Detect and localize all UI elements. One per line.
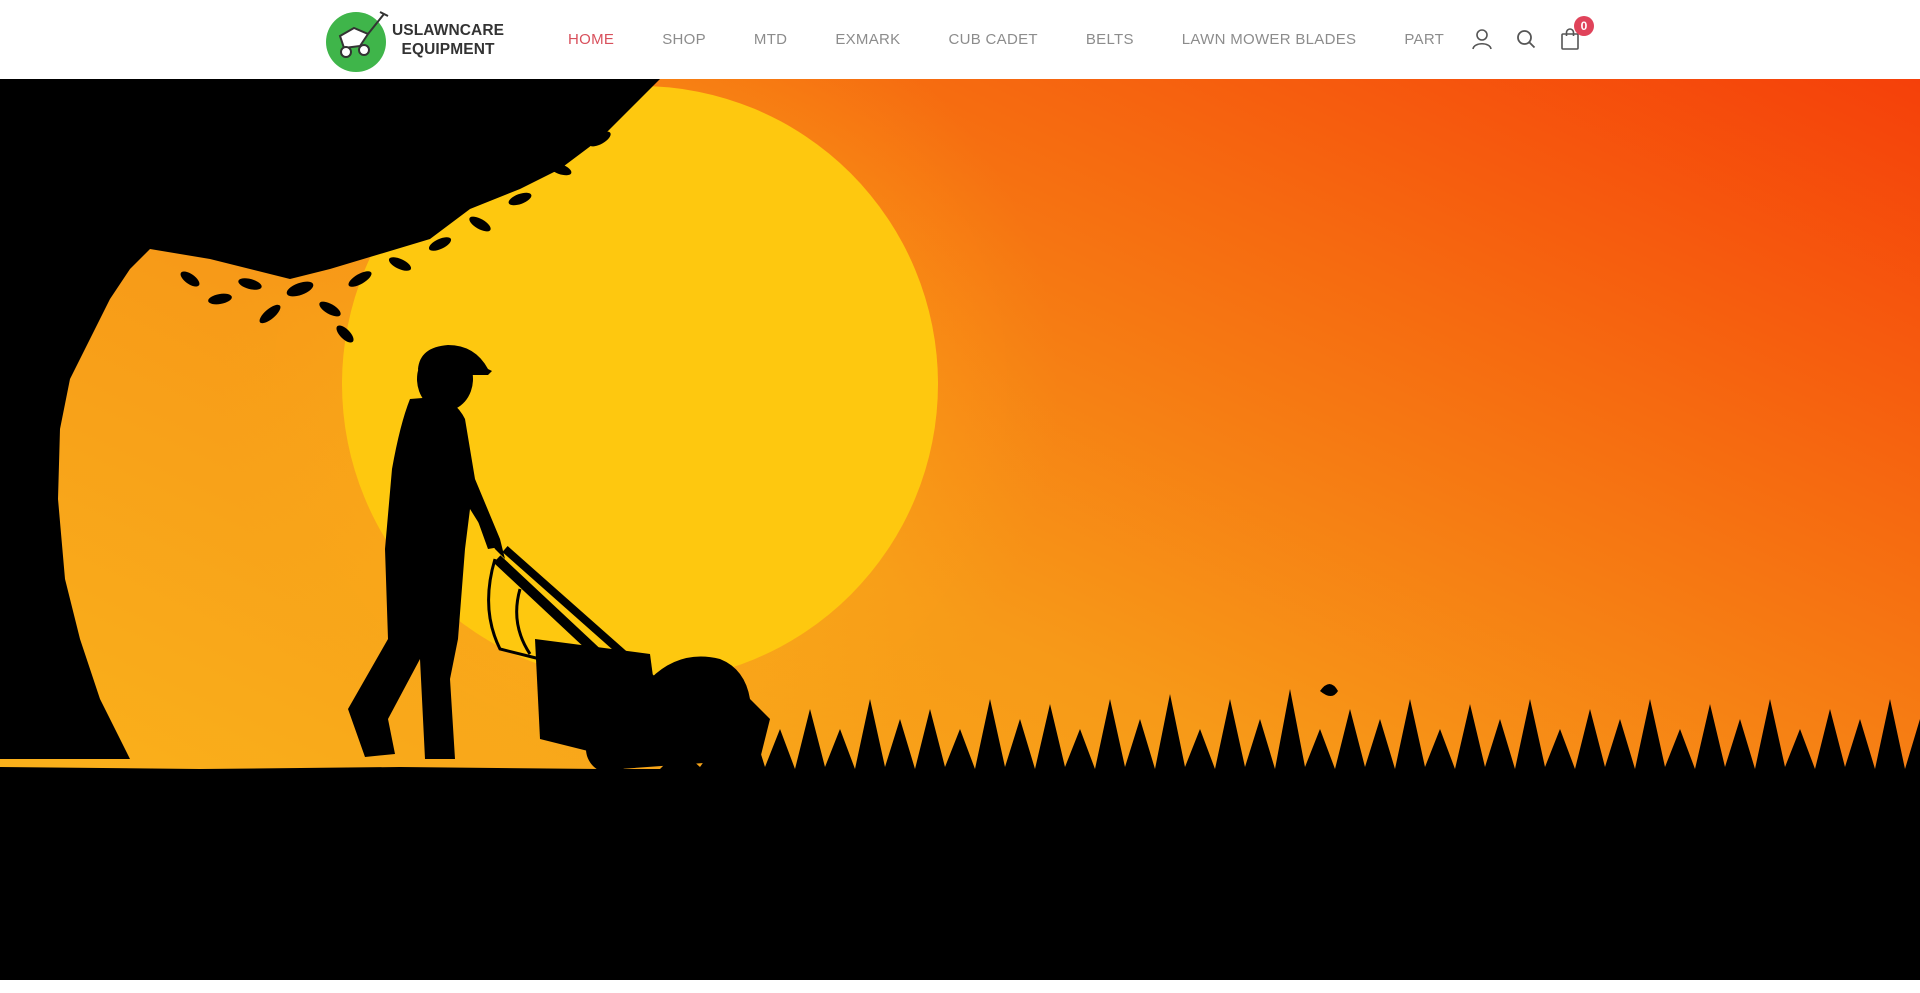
hero-banner xyxy=(0,79,1920,980)
nav-exmark[interactable]: EXMARK xyxy=(811,31,924,48)
brand-name-line2: EQUIPMENT xyxy=(401,41,495,58)
nav-shop[interactable]: SHOP xyxy=(638,31,730,48)
lawn-mower-logo-icon xyxy=(326,11,389,72)
nav-cub-cadet[interactable]: CUB CADET xyxy=(924,31,1061,48)
search-icon xyxy=(1517,30,1536,49)
brand-name: USLAWNCARE EQUIPMENT xyxy=(392,21,504,59)
site-header: USLAWNCARE EQUIPMENT HOME SHOP MTD EXMAR… xyxy=(0,0,1920,79)
nav-mtd[interactable]: MTD xyxy=(730,31,811,48)
search-button[interactable] xyxy=(1512,25,1540,53)
bottom-strip xyxy=(0,980,1920,993)
logo-link[interactable]: USLAWNCARE EQUIPMENT xyxy=(324,6,504,74)
nav-lawn-mower-blades[interactable]: LAWN MOWER BLADES xyxy=(1158,31,1381,48)
cart-count-badge: 0 xyxy=(1574,16,1594,36)
hero-image xyxy=(0,79,1920,980)
user-icon xyxy=(1472,29,1492,50)
account-button[interactable] xyxy=(1468,25,1496,53)
brand-name-line1: USLAWNCARE xyxy=(392,22,505,39)
nav-belts[interactable]: BELTS xyxy=(1062,31,1158,48)
nav-home[interactable]: HOME xyxy=(544,31,638,48)
nav-part[interactable]: PART xyxy=(1380,31,1468,48)
main-nav: HOME SHOP MTD EXMARK CUB CADET BELTS LAW… xyxy=(544,0,1468,79)
